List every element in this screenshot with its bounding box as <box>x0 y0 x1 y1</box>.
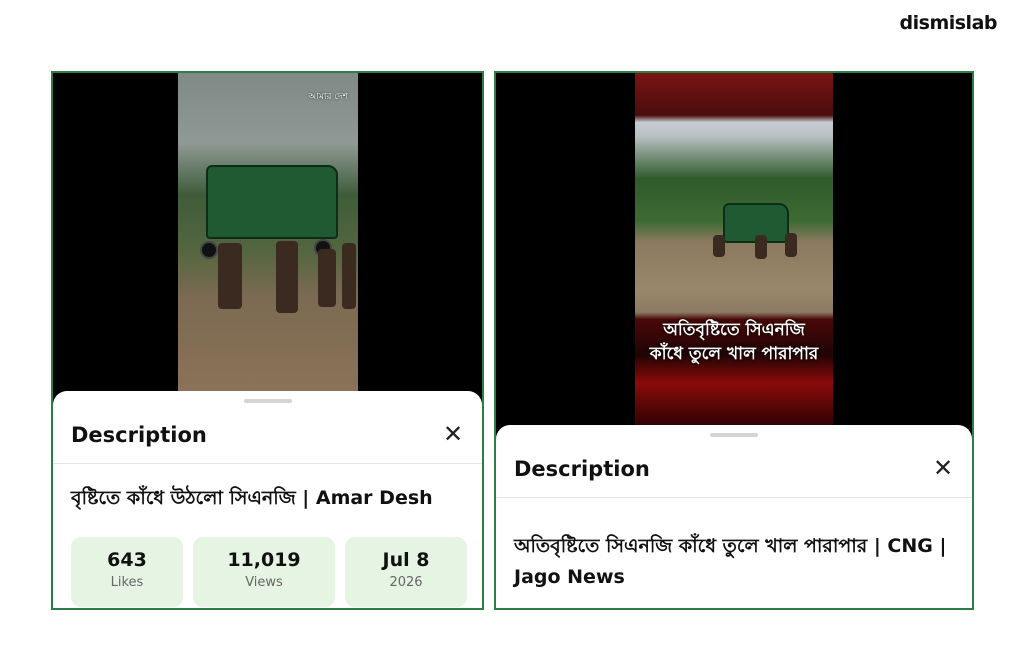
video-overlay-title: অতিবৃষ্টিতে সিএনজি কাঁধে তুলে খাল পারাপা… <box>635 318 833 366</box>
stat-value: Jul 8 <box>382 549 430 571</box>
dismislab-logo: dismislab <box>899 12 998 34</box>
stat-label: Likes <box>110 575 144 590</box>
sheet-title: Description <box>514 457 650 481</box>
person <box>276 241 298 313</box>
stats-row: 643 Likes 11,019 Views Jul 8 2026 <box>71 537 467 607</box>
stat-value: 643 <box>107 549 147 571</box>
cng-vehicle <box>206 165 338 239</box>
video-thumbnail[interactable]: আমার দেশ <box>178 73 358 393</box>
right-screenshot-panel: অতিবৃষ্টিতে সিএনজি কাঁধে তুলে খাল পারাপা… <box>494 71 974 610</box>
stat-label: 2026 <box>389 575 423 590</box>
sheet-title: Description <box>71 423 207 447</box>
stat-label: Views <box>245 575 283 590</box>
person <box>218 243 242 309</box>
close-icon: ✕ <box>442 420 464 448</box>
likes-stat: 643 Likes <box>71 537 183 607</box>
description-sheet: Description ✕ বৃষ্টিতে কাঁধে উঠলো সিএনজি… <box>53 391 482 608</box>
stat-value: 11,019 <box>227 549 301 571</box>
person <box>713 235 725 257</box>
sheet-header: Description ✕ <box>53 391 482 464</box>
person <box>318 249 336 307</box>
channel-watermark: আমার দেশ <box>308 92 348 102</box>
close-button[interactable]: ✕ <box>928 453 958 483</box>
video-description: অতিবৃষ্টিতে সিএনজি কাঁধে তুলে খাল পারাপা… <box>514 535 947 588</box>
sheet-header: Description ✕ <box>496 425 972 498</box>
views-stat: 11,019 Views <box>193 537 335 607</box>
left-screenshot-panel: আমার দেশ Description ✕ বৃষ্টিতে কাঁধে উঠ… <box>51 71 484 610</box>
video-thumbnail[interactable]: অতিবৃষ্টিতে সিএনজি কাঁধে তুলে খাল পারাপা… <box>635 73 833 425</box>
wheel <box>200 241 218 259</box>
person <box>755 235 767 259</box>
close-button[interactable]: ✕ <box>438 419 468 449</box>
date-stat: Jul 8 2026 <box>345 537 467 607</box>
overlay-line: কাঁধে তুলে খাল পারাপার <box>649 344 819 364</box>
overlay-line: অতিবৃষ্টিতে সিএনজি <box>663 320 805 340</box>
video-description: বৃষ্টিতে কাঁধে উঠলো সিএনজি | Amar Desh <box>71 487 433 509</box>
close-icon: ✕ <box>932 454 954 482</box>
description-sheet: Description ✕ অতিবৃষ্টিতে সিএনজি কাঁধে ত… <box>496 425 972 608</box>
person <box>785 233 797 257</box>
person <box>342 243 356 309</box>
